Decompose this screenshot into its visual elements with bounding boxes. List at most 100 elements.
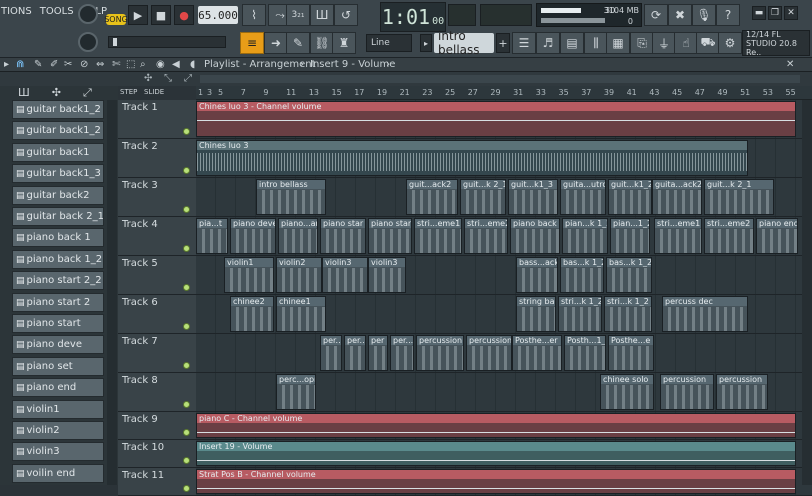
cart-icon[interactable]: ⛟	[696, 32, 720, 54]
picker-item[interactable]: ▤ guitar back 2_1	[12, 207, 104, 226]
automation-clip[interactable]: Insert 19 - Volume	[196, 441, 796, 466]
track-lane[interactable]: piano C - Channel volume	[196, 412, 812, 440]
pattern-clip[interactable]: per	[368, 335, 388, 371]
pattern-clip[interactable]: chinee1	[276, 296, 326, 332]
picker-item[interactable]: ▤ piano back 1_2	[12, 249, 104, 269]
pattern-clip[interactable]: violin3	[368, 257, 406, 293]
pattern-clip[interactable]: per...	[344, 335, 366, 371]
track-lane[interactable]: pia...t piano deve piano...art piano star pi…	[196, 217, 812, 256]
pattern-clip[interactable]: guit...k1_2	[608, 179, 652, 215]
pattern-clip[interactable]: per...ro	[390, 335, 414, 371]
refresh-icon[interactable]: ⟳	[644, 4, 668, 26]
audio-clip[interactable]: Chines luo 3	[196, 140, 748, 176]
timeline-ruler[interactable]: STEP SLIDE 1 3 5 7 9 11 13 15 17 19 21 23 25 27 29 31…	[120, 86, 812, 100]
track-lane[interactable]: perc...opro chinee solo percussion percussi…	[196, 373, 812, 412]
piano-roll-icon[interactable]: ♬	[536, 32, 560, 54]
pattern-clip[interactable]: percussion	[716, 374, 768, 410]
pencil-icon[interactable]: ✎	[286, 32, 310, 54]
automation-picker-icon[interactable]: ⤢	[83, 86, 92, 100]
pattern-clip[interactable]: bas...k 1_2	[606, 257, 652, 293]
pattern-clip[interactable]: percussion	[416, 335, 464, 371]
track-enable-led[interactable]	[183, 401, 190, 408]
touch-icon[interactable]: ☝	[674, 32, 698, 54]
track-header[interactable]: Track 7	[118, 334, 196, 373]
song-mode-toggle[interactable]: SONG	[104, 14, 128, 25]
pattern-prev-icon[interactable]: ▸	[420, 34, 432, 52]
track-lane[interactable]: Strat Pos B - Channel volume	[196, 468, 812, 496]
track-lane[interactable]: per... per... per per...ro percussion percuss…	[196, 334, 812, 373]
pattern-clip[interactable]: guita...utro	[560, 179, 606, 215]
pattern-clip[interactable]: Posth...1_2	[564, 335, 606, 371]
menu-tools[interactable]: TOOLS	[39, 6, 75, 17]
picker-item[interactable]: ▤ piano back 1	[12, 228, 104, 248]
picker-item[interactable]: ▤ piano start 2_2	[12, 271, 104, 291]
mute-tool-icon[interactable]: ⊘	[80, 59, 88, 70]
countdown-icon[interactable]: 3₂₁	[286, 4, 310, 26]
master-pitch-knob[interactable]	[78, 32, 98, 52]
picker-item[interactable]: ▤ piano start	[12, 314, 104, 333]
automation-clip[interactable]: piano C - Channel volume	[196, 413, 796, 438]
pattern-clip[interactable]: stri...k 1_2	[558, 296, 602, 332]
pattern-clip[interactable]: Posthe...er 1	[512, 335, 562, 371]
track-header[interactable]: Track 1	[118, 100, 196, 139]
track-header[interactable]: Track 5	[118, 256, 196, 295]
track-header[interactable]: Track 2	[118, 139, 196, 178]
slide-icon[interactable]: ⤡	[164, 73, 172, 84]
pattern-clip[interactable]: percussion	[466, 335, 512, 371]
menu-arrow-icon[interactable]: ▸	[4, 59, 9, 70]
track-header[interactable]: Track 8	[118, 373, 196, 412]
picker-scrollbar[interactable]	[107, 100, 117, 485]
picker-item[interactable]: ▤ piano deve	[12, 335, 104, 355]
zoom-tool-icon[interactable]: ⌕	[140, 59, 146, 70]
automation-clip[interactable]: Strat Pos B - Channel volume	[196, 469, 796, 494]
settings-icon[interactable]: ⚙	[718, 32, 742, 54]
picker-item[interactable]: ▤ violin3	[12, 442, 104, 462]
select-tool-icon[interactable]: ⬚	[126, 59, 135, 70]
follow-icon[interactable]: ⤢	[184, 73, 192, 84]
pattern-clip[interactable]: stri...eme2	[704, 218, 754, 254]
slip-tool-icon[interactable]: ⇔	[96, 59, 104, 70]
pattern-clip[interactable]: piano back	[510, 218, 560, 254]
pattern-clip[interactable]: bas...k 1_2	[560, 257, 604, 293]
blend-notes-icon[interactable]: Ш	[310, 4, 334, 26]
stop-button[interactable]: ■	[151, 5, 171, 25]
track-lane[interactable]: Chines luo 3 - Channel volume	[196, 100, 812, 139]
pattern-clip[interactable]: guit...k 2_1	[704, 179, 774, 215]
track-lane[interactable]: Chines luo 3	[196, 139, 812, 178]
audio-picker-icon[interactable]: ✣	[52, 86, 61, 100]
track-header[interactable]: Track 10	[118, 440, 196, 468]
browser-icon[interactable]: ▦	[606, 32, 630, 54]
pattern-clip[interactable]: violin2	[276, 257, 322, 293]
tempo-display[interactable]: 65.000	[198, 6, 238, 24]
panic-icon[interactable]: ✖	[668, 4, 692, 26]
pattern-clip[interactable]: pian...1_2	[610, 218, 650, 254]
track-enable-led[interactable]	[183, 245, 190, 252]
speaker-icon[interactable]: ◖	[190, 59, 195, 70]
pattern-clip[interactable]: chinee solo	[600, 374, 654, 410]
pattern-clip[interactable]: guita...ack2	[652, 179, 702, 215]
picker-item[interactable]: ▤ piano end	[12, 378, 104, 398]
play-button[interactable]: ▶	[128, 5, 148, 25]
picker-item[interactable]: ▤ guitar back1	[12, 142, 104, 162]
draw-tool-icon[interactable]: ✎	[34, 59, 42, 70]
microphone-icon[interactable]: 🎙	[692, 4, 716, 26]
pattern-clip[interactable]: percussion	[660, 374, 714, 410]
help-icon[interactable]: ?	[716, 4, 740, 26]
pattern-clip[interactable]: intro bellass	[256, 179, 326, 215]
pattern-clip[interactable]: percuss dec	[662, 296, 748, 332]
picker-item[interactable]: ▤ guitar back2	[12, 185, 104, 205]
loop-record-icon[interactable]: ↺	[334, 4, 358, 26]
pattern-picker-icon[interactable]: Ш	[18, 86, 30, 100]
add-pattern-button[interactable]: +	[496, 33, 510, 53]
track-enable-led[interactable]	[183, 362, 190, 369]
mixer-icon[interactable]: ⫼	[584, 32, 608, 54]
pattern-clip[interactable]: stri...eme1	[414, 218, 462, 254]
track-enable-led[interactable]	[183, 457, 190, 464]
arrow-left-icon[interactable]: ◀	[172, 59, 180, 70]
arrow-right-icon[interactable]: ➜	[264, 32, 288, 54]
pattern-clip[interactable]: guit...k1_3	[508, 179, 558, 215]
track-lane[interactable]: violin1violin2violin3violin3bass...ack 1…	[196, 256, 812, 295]
pattern-clip[interactable]: guit...ack2	[406, 179, 458, 215]
track-enable-led[interactable]	[183, 206, 190, 213]
snap-dropdown[interactable]: Line	[366, 34, 412, 52]
